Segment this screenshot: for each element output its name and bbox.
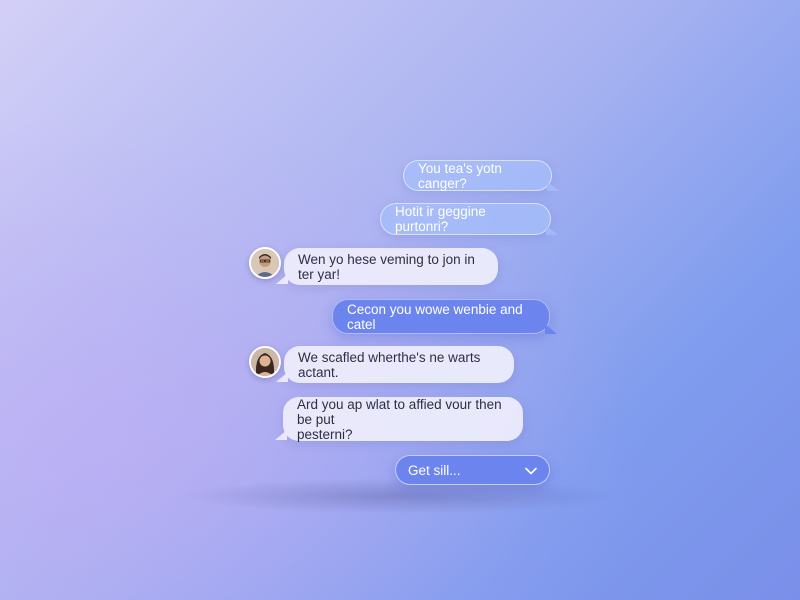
message-bubble-outgoing[interactable]: You tea's yotn canger? [403, 160, 552, 191]
chat-thread: You tea's yotn canger? Hotit ir geggine … [0, 0, 800, 600]
message-text: Ard you ap wlat to affied vour then be p… [297, 396, 502, 442]
message-bubble-outgoing[interactable]: Hotit ir geggine purtonri? [380, 203, 551, 235]
message-bubble-outgoing[interactable]: Cecon you wowe wenbie and catel [332, 299, 550, 334]
message-text: Cecon you wowe wenbie and catel [347, 301, 523, 332]
message-text: We scafled wherthe's ne warts actant. [298, 349, 481, 380]
composer-select[interactable]: Get sill... [395, 455, 550, 485]
message-bubble-incoming[interactable]: We scafled wherthe's ne warts actant. [284, 346, 514, 383]
man-avatar[interactable] [249, 247, 281, 279]
woman-avatar[interactable] [249, 346, 281, 378]
message-bubble-incoming[interactable]: Wen yo hese veming to jon in ter yar! [284, 248, 498, 285]
message-text: Hotit ir geggine purtonri? [395, 204, 486, 234]
composer-value: Get sill... [408, 462, 461, 478]
chevron-down-icon[interactable] [525, 463, 537, 478]
message-bubble-incoming[interactable]: Ard you ap wlat to affied vour then be p… [283, 396, 523, 442]
message-text: Wen yo hese veming to jon in ter yar! [298, 251, 475, 282]
message-text: You tea's yotn canger? [418, 160, 502, 191]
